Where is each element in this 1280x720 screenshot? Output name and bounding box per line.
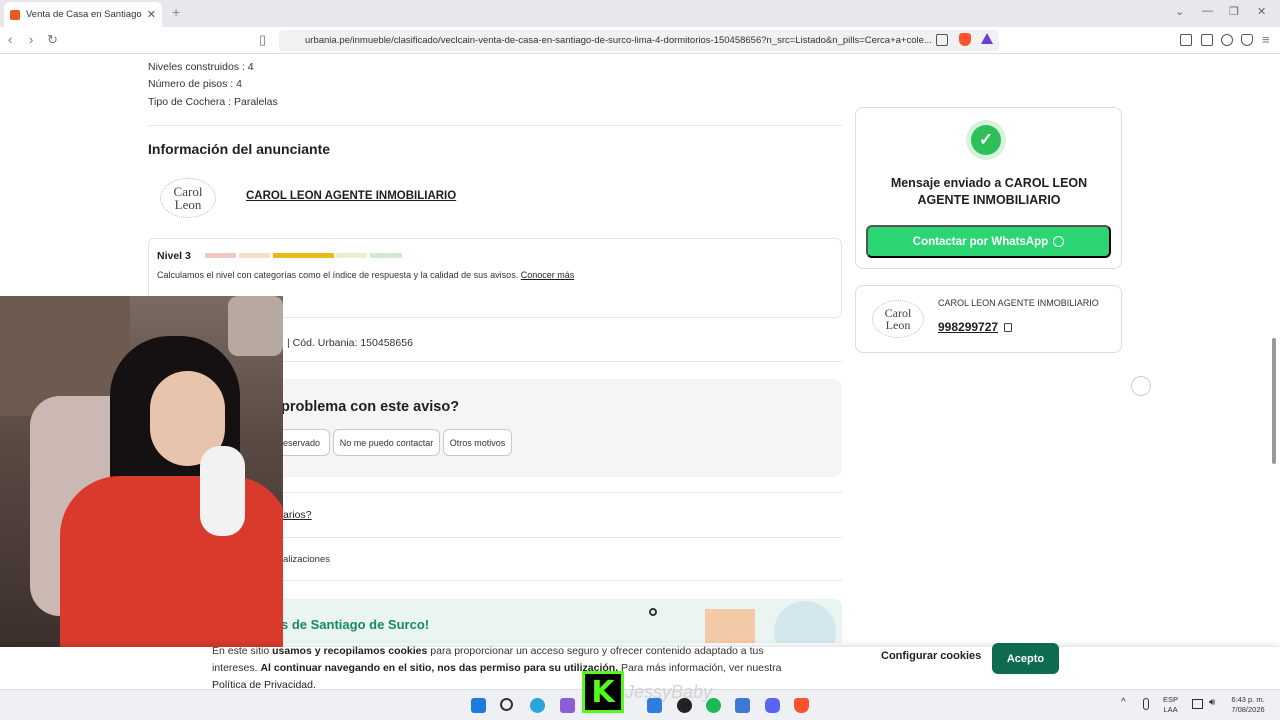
edge-icon[interactable] <box>530 698 545 713</box>
address-bar[interactable]: urbania.pe/inmueble/clasificado/veclcain… <box>279 30 999 51</box>
close-tab-icon[interactable]: ✕ <box>147 8 156 21</box>
discord-icon[interactable] <box>765 698 780 713</box>
loading-spinner-icon <box>1131 376 1151 396</box>
kick-letter: K <box>591 674 615 710</box>
clock[interactable]: 6:43 p. m. 7/08/2026 <box>1226 695 1270 715</box>
whatsapp-icon <box>1053 236 1065 247</box>
urbania-code: | Cód. Urbania: 150458656 <box>287 337 413 349</box>
brave-rewards-icon[interactable] <box>981 33 993 44</box>
browser-tab[interactable]: Venta de Casa en Santiago de Surco ✕ <box>4 2 162 27</box>
kick-logo-icon: K <box>582 671 624 713</box>
back-icon[interactable]: ‹ <box>8 32 12 47</box>
forward-icon[interactable]: › <box>29 32 33 47</box>
language-code: ESP <box>1163 695 1179 704</box>
tab-list-icon[interactable]: ⌄ <box>1175 5 1184 18</box>
advertiser-section-title: Información del anunciante <box>148 141 331 157</box>
cookie-text: En este sitio usamos y recopilamos cooki… <box>212 643 802 694</box>
new-tab-icon[interactable]: + <box>172 4 180 20</box>
tray-chevron-icon[interactable]: ^ <box>1121 698 1126 708</box>
webcam-person-body <box>60 476 283 647</box>
search-icon[interactable] <box>500 698 513 711</box>
banner-circle-icon <box>774 601 836 643</box>
maximize-icon[interactable]: ❐ <box>1229 5 1239 18</box>
divider <box>148 125 842 126</box>
sidebar-icon[interactable] <box>1180 34 1192 46</box>
layout-code: LAA <box>1163 705 1178 714</box>
webcam-background-plant <box>228 296 283 356</box>
leo-ai-icon[interactable] <box>1221 34 1233 46</box>
cookie-text-a: En este sitio <box>212 645 273 657</box>
clock-date: 7/08/2026 <box>1231 705 1265 714</box>
detail-garage: Tipo de Cochera : Paralelas <box>148 96 278 108</box>
success-check-icon: ✓ <box>971 125 1001 155</box>
detail-floors: Número de pisos : 4 <box>148 78 242 90</box>
cookie-text-b: usamos y recopilamos cookies <box>272 645 428 657</box>
volume-icon[interactable]: 🔊︎ <box>1209 698 1215 708</box>
contact-name: CAROL LEON AGENTE INMOBILIARIO <box>938 298 1099 308</box>
wallet-icon[interactable] <box>1201 34 1213 46</box>
vpn-shield-icon[interactable] <box>1241 34 1253 46</box>
report-problem-title: problema con este aviso? <box>281 399 460 415</box>
level-segment <box>336 253 367 258</box>
contact-phone-link[interactable]: 998299727 <box>938 320 998 334</box>
brave-shields-icon[interactable] <box>959 33 971 46</box>
cookie-text-d: Al continuar navegando en el sitio, nos … <box>260 662 619 674</box>
url-text: urbania.pe/inmueble/clasificado/veclcain… <box>305 35 932 46</box>
close-window-icon[interactable]: ✕ <box>1257 5 1266 18</box>
webcam-microphone <box>200 446 245 536</box>
tab-title: Venta de Casa en Santiago de Surco <box>26 9 143 20</box>
menu-icon[interactable]: ≡ <box>1262 32 1270 47</box>
copy-icon[interactable] <box>1004 323 1012 332</box>
report-chip-cannot-contact[interactable]: No me puedo contactar <box>333 429 440 456</box>
reload-icon[interactable]: ↻ <box>47 32 58 48</box>
level-segment <box>205 253 236 258</box>
logo-ring <box>872 300 924 338</box>
level-description-text: Calculamos el nivel con categorías como … <box>157 270 519 280</box>
page-scrollbar[interactable] <box>1272 338 1276 464</box>
start-icon[interactable] <box>471 698 486 713</box>
urbania-favicon-icon <box>10 9 20 20</box>
accept-cookies-button[interactable]: Acepto <box>992 643 1059 674</box>
banner-house-icon <box>705 609 755 643</box>
banner-dot-icon <box>649 608 657 616</box>
message-sent-text: Mensaje enviado a CAROL LEON AGENTE INMO… <box>890 176 1088 207</box>
clock-time: 6:43 p. m. <box>1231 695 1265 704</box>
level-description: Calculamos el nivel con categorías como … <box>157 270 574 280</box>
app-icon[interactable] <box>735 698 750 713</box>
contact-logo: Carol Leon <box>872 300 924 338</box>
reader-mode-icon[interactable] <box>936 34 948 46</box>
microphone-icon[interactable] <box>1143 698 1149 710</box>
level-segment <box>239 253 270 258</box>
faq-question[interactable]: arios? <box>283 509 312 521</box>
detail-levels: Niveles construidos : 4 <box>148 61 254 73</box>
brave-icon[interactable] <box>794 698 809 713</box>
level-segment-active <box>273 253 334 258</box>
language-indicator[interactable]: ESP LAA <box>1163 695 1178 715</box>
cookie-text-e: Para más información, ver nuestra <box>618 662 782 674</box>
advertiser-name-link[interactable]: CAROL LEON AGENTE INMOBILIARIO <box>246 190 456 202</box>
level-segment <box>370 253 402 258</box>
streamer-name: JessyBaby <box>625 682 713 702</box>
browser-toolbar: ‹ › ↻ ▯ urbania.pe/inmueble/clasificado/… <box>0 27 1280 54</box>
network-icon[interactable] <box>1192 699 1203 709</box>
screen: Venta de Casa en Santiago de Surco ✕ + ⌄… <box>0 0 1280 720</box>
browser-tab-bar: Venta de Casa en Santiago de Surco ✕ + ⌄… <box>0 0 1280 27</box>
webcam-overlay <box>0 296 283 647</box>
advertiser-logo: Carol Leon <box>160 178 216 218</box>
whatsapp-contact-button[interactable]: Contactar por WhatsApp <box>866 225 1111 258</box>
banner-title: s de Santiago de Surco! <box>281 617 430 632</box>
report-chip-other[interactable]: Otros motivos <box>443 429 512 456</box>
faq-updates: alizaciones <box>283 554 330 565</box>
bookmark-icon[interactable]: ▯ <box>259 32 266 48</box>
level-title: Nivel 3 <box>157 250 191 262</box>
minimize-icon[interactable]: — <box>1202 5 1213 17</box>
whatsapp-label: Contactar por WhatsApp <box>912 235 1049 248</box>
logo-ring <box>160 178 216 218</box>
configure-cookies-button[interactable]: Configurar cookies <box>881 650 981 662</box>
learn-more-link[interactable]: Conocer más <box>521 270 575 280</box>
app-icon[interactable] <box>560 698 575 713</box>
